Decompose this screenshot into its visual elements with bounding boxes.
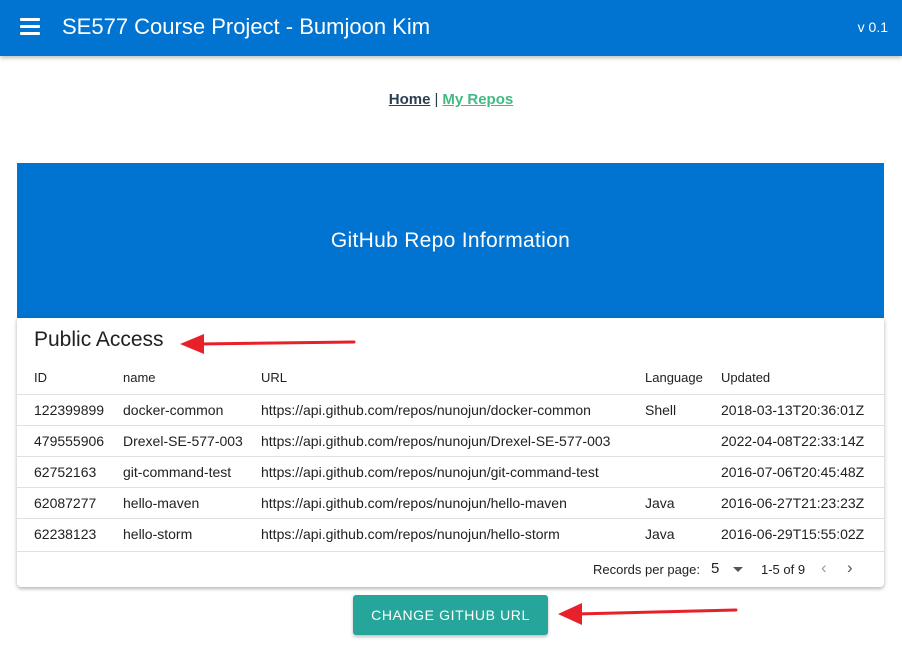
card-title: Public Access: [34, 328, 164, 351]
cell-name: hello-storm: [123, 517, 261, 549]
cell-url: https://api.github.com/repos/nunojun/doc…: [261, 393, 645, 425]
change-github-url-button[interactable]: CHANGE GITHUB URL: [353, 595, 548, 635]
column-header-id[interactable]: ID: [17, 362, 123, 394]
hamburger-menu-icon[interactable]: [20, 18, 42, 36]
column-header-language[interactable]: Language: [645, 362, 721, 394]
repo-table: ID name URL Language Updated 122399899 d…: [17, 362, 884, 549]
page-range: 1-5 of 9: [761, 562, 806, 577]
records-per-page-label: Records per page:: [593, 562, 700, 577]
column-header-name[interactable]: name: [123, 362, 261, 394]
cell-name: Drexel-SE-577-003: [123, 424, 261, 456]
table-row[interactable]: 479555906 Drexel-SE-577-003 https://api.…: [17, 424, 884, 456]
cell-updated: 2022-04-08T22:33:14Z: [721, 424, 884, 456]
cell-language: [645, 424, 721, 456]
annotation-arrow-icon: [558, 603, 738, 625]
cell-name: git-command-test: [123, 455, 261, 487]
cell-name: hello-maven: [123, 486, 261, 518]
cell-id: 62752163: [17, 455, 123, 487]
cell-name: docker-common: [123, 393, 261, 425]
cell-language: Java: [645, 517, 721, 549]
table-header-row: ID name URL Language Updated: [17, 362, 884, 394]
chevron-down-icon[interactable]: [733, 567, 743, 572]
cell-url: https://api.github.com/repos/nunojun/git…: [261, 455, 645, 487]
cell-id: 122399899: [17, 393, 123, 425]
table-row[interactable]: 62752163 git-command-test https://api.gi…: [17, 455, 884, 487]
cell-updated: 2016-07-06T20:45:48Z: [721, 455, 884, 487]
cell-updated: 2016-06-27T21:23:23Z: [721, 486, 884, 518]
app-title: SE577 Course Project - Bumjoon Kim: [62, 14, 431, 39]
app-version: v 0.1: [857, 19, 888, 35]
column-header-url[interactable]: URL: [261, 362, 645, 394]
app-bar: SE577 Course Project - Bumjoon Kim v 0.1: [0, 0, 902, 56]
cell-url: https://api.github.com/repos/nunojun/hel…: [261, 517, 645, 549]
chevron-left-icon[interactable]: ‹: [821, 558, 827, 578]
repo-table-card: Public Access ID name URL Language Updat…: [17, 318, 884, 587]
cell-url: https://api.github.com/repos/nunojun/hel…: [261, 486, 645, 518]
nav-home-link[interactable]: Home: [389, 91, 431, 108]
chevron-right-icon[interactable]: ›: [847, 558, 853, 578]
records-per-page-select[interactable]: 5: [711, 560, 719, 577]
cell-language: Shell: [645, 393, 721, 425]
banner-title: GitHub Repo Information: [330, 228, 571, 252]
cell-updated: 2018-03-13T20:36:01Z: [721, 393, 884, 425]
table-row[interactable]: 62087277 hello-maven https://api.github.…: [17, 486, 884, 518]
cell-language: Java: [645, 486, 721, 518]
nav-separator: |: [434, 91, 439, 108]
cell-language: [645, 455, 721, 487]
cell-updated: 2016-06-29T15:55:02Z: [721, 517, 884, 549]
banner: GitHub Repo Information: [17, 163, 884, 318]
nav-links: Home | My Repos: [0, 91, 902, 108]
column-header-updated[interactable]: Updated: [721, 362, 884, 394]
nav-my-repos-link[interactable]: My Repos: [442, 91, 513, 108]
table-footer: Records per page: 5 1-5 of 9 ‹ ›: [17, 551, 884, 587]
table-row[interactable]: 62238123 hello-storm https://api.github.…: [17, 517, 884, 549]
cell-id: 62087277: [17, 486, 123, 518]
cell-id: 62238123: [17, 517, 123, 549]
table-row[interactable]: 122399899 docker-common https://api.gith…: [17, 393, 884, 425]
cell-id: 479555906: [17, 424, 123, 456]
cell-url: https://api.github.com/repos/nunojun/Dre…: [261, 424, 645, 456]
